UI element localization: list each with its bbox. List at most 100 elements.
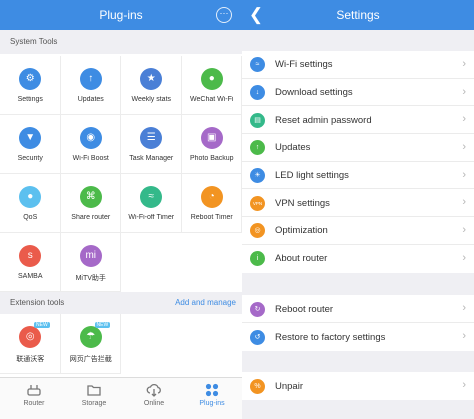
plugin-tile[interactable]: ● WeChat Wi-Fi	[181, 56, 242, 115]
plugin-tile[interactable]: ◉ Wi-Fi Boost	[60, 115, 121, 174]
tab-label: Storage	[81, 400, 107, 407]
plugin-tile[interactable]: ↑ Updates	[60, 56, 121, 115]
settings-row[interactable]: ☀ LED light settings ›	[242, 162, 474, 190]
reboot-icon: ↻	[250, 301, 265, 317]
plugin-label: SAMBA	[17, 273, 43, 280]
chevron-right-icon: ›	[462, 168, 466, 181]
plugin-label: Updates	[77, 96, 104, 103]
vpn-icon: VPN	[250, 195, 265, 211]
update-icon: ↑	[250, 140, 265, 156]
settings-row-label: Reset admin password	[275, 114, 372, 126]
settings-row-label: Wi-Fi settings	[275, 59, 333, 71]
settings-row[interactable]: % Unpair ›	[242, 372, 474, 400]
lock-icon: ▤	[250, 112, 265, 128]
plugin-label: Share router	[71, 214, 111, 221]
settings-row-label: VPN settings	[275, 197, 330, 209]
plugin-tile[interactable]: s SAMBA	[0, 233, 61, 292]
bottom-tab-bar: Router Storage Online Plug-ins	[0, 377, 242, 419]
chevron-right-icon: ›	[462, 85, 466, 98]
settings-row-label: LED light settings	[275, 170, 349, 182]
qos-icon: ●	[19, 186, 42, 208]
icon-glyph: ◔	[208, 191, 215, 202]
upload-arrow-icon: ↑	[79, 68, 102, 90]
restore-icon: ↺	[250, 329, 265, 345]
plugin-tile[interactable]: ⚙ Settings	[0, 56, 61, 115]
icon-glyph: ↑	[88, 73, 94, 84]
chevron-right-icon: ›	[462, 196, 466, 209]
settings-row[interactable]: ▤ Reset admin password ›	[242, 106, 474, 135]
icon-glyph: mi	[85, 250, 97, 261]
settings-row[interactable]: ≈ Wi-Fi settings ›	[242, 51, 474, 79]
plugin-tile[interactable]: ☂ NEW 网页广告拦截	[60, 314, 121, 374]
plugin-tile[interactable]: ▼ Security	[0, 115, 61, 174]
settings-group-main: ≈ Wi-Fi settings › ↓ Download settings › ▤ Rese…	[242, 51, 474, 273]
plugin-label: Reboot Timer	[190, 214, 233, 221]
chevron-right-icon: ›	[462, 251, 466, 264]
plugin-tile[interactable]: ◔ Reboot Timer	[181, 174, 242, 233]
plugin-label: Security	[17, 155, 43, 162]
unicom-icon: ◎	[19, 326, 42, 348]
icon-glyph: ▣	[207, 132, 217, 143]
optimization-icon: ◎	[250, 223, 265, 239]
extension-tools-header: Extension tools Add and manage	[0, 292, 242, 314]
settings-panel: ❮ Settings ≈ Wi-Fi settings › ↓ Download set…	[242, 0, 474, 419]
tab-label: Plug-ins	[199, 400, 225, 407]
icon-glyph: ⚙	[25, 73, 35, 84]
plugin-tile[interactable]: ≈ Wi-Fi-off Timer	[121, 174, 182, 233]
plugin-tile[interactable]: ● QoS	[0, 174, 61, 233]
wifi-timer-icon: ≈	[140, 186, 163, 208]
plugin-tile[interactable]: ◎ NEW 联通沃客	[0, 314, 61, 374]
page-title: Plug-ins	[99, 8, 143, 22]
plugin-tile[interactable]: mi MiTV助手	[60, 233, 121, 292]
plugin-label: Task Manager	[129, 155, 174, 162]
settings-row[interactable]: ↓ Download settings ›	[242, 79, 474, 107]
plugin-label: Weekly stats	[131, 96, 172, 103]
icon-glyph: ★	[146, 73, 156, 84]
settings-title: Settings	[336, 8, 380, 22]
icon-glyph: ◉	[86, 132, 96, 143]
download-icon: ↓	[250, 85, 265, 101]
tab-online[interactable]: Online	[124, 378, 184, 419]
settings-row[interactable]: i About router ›	[242, 245, 474, 273]
folder-icon	[87, 385, 101, 396]
settings-row-label: Unpair	[275, 380, 303, 392]
icon-glyph: ☂	[86, 331, 96, 342]
icon-glyph: ●	[27, 191, 34, 202]
settings-row-label: Updates	[275, 142, 311, 154]
settings-row[interactable]: ◎ Optimization ›	[242, 217, 474, 245]
icon-glyph: ≈	[148, 191, 155, 202]
task-manager-icon: ☰	[140, 127, 163, 149]
tab-label: Online	[143, 400, 165, 407]
icon-glyph: ◎	[254, 227, 261, 235]
add-and-manage-link[interactable]: Add and manage	[175, 292, 236, 314]
plugin-tile[interactable]: ★ Weekly stats	[121, 56, 182, 115]
system-tools-grid: ⚙ Settings ↑ Updates ★ Weekly stats ● WeChat Wi…	[0, 56, 242, 292]
settings-row[interactable]: ↑ Updates ›	[242, 134, 474, 162]
plugin-tile[interactable]: ⌘ Share router	[60, 174, 121, 233]
settings-row-label: About router	[275, 253, 328, 265]
settings-row[interactable]: ↻ Reboot router ›	[242, 295, 474, 323]
led-icon: ☀	[250, 168, 265, 184]
chevron-right-icon: ›	[462, 330, 466, 342]
settings-row-label: Restore to factory settings	[275, 331, 386, 343]
icon-glyph: ▤	[254, 116, 261, 124]
settings-row[interactable]: ↺ Restore to factory settings ›	[242, 323, 474, 351]
more-options-icon[interactable]: ···	[216, 7, 232, 23]
settings-row-label: Optimization	[275, 225, 328, 237]
chevron-right-icon: ›	[462, 302, 466, 314]
gear-icon: ⚙	[19, 68, 42, 90]
icon-glyph: VPN	[252, 200, 263, 206]
plugin-label: Wi-Fi-off Timer	[128, 214, 175, 221]
tab-storage[interactable]: Storage	[64, 378, 124, 419]
tab-plug-ins[interactable]: Plug-ins	[182, 378, 242, 419]
icon-glyph: ☀	[254, 172, 261, 180]
icon-glyph: ◎	[25, 331, 35, 342]
plugin-tile[interactable]: ▣ Photo Backup	[181, 115, 242, 174]
settings-row[interactable]: VPN VPN settings ›	[242, 189, 474, 218]
back-button[interactable]: ❮	[246, 4, 266, 26]
chevron-right-icon: ›	[462, 223, 466, 236]
system-tools-header: System Tools	[0, 30, 242, 54]
tab-router[interactable]: Router	[4, 378, 64, 419]
settings-row-label: Download settings	[275, 87, 353, 99]
plugin-tile[interactable]: ☰ Task Manager	[121, 115, 182, 174]
